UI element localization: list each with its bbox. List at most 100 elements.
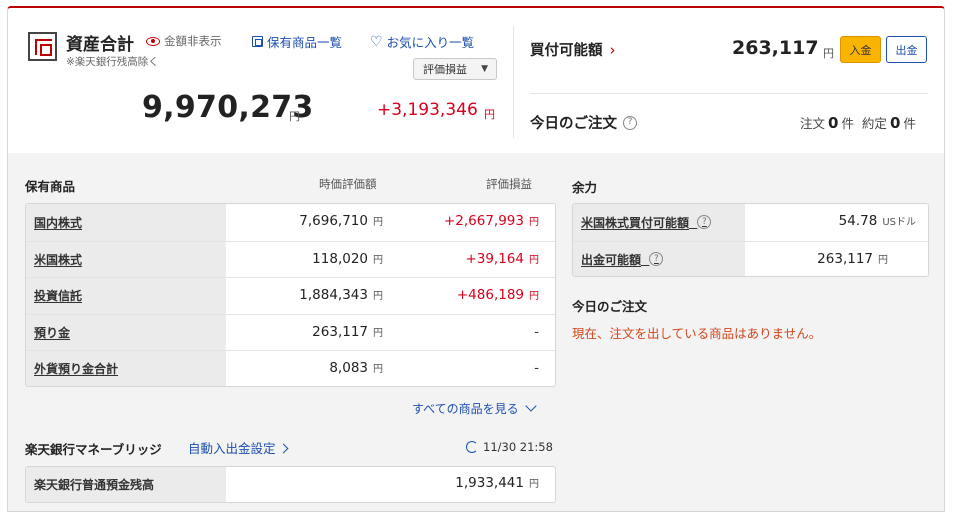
holding-pl-number: +2,667,993 bbox=[443, 213, 524, 229]
eye-icon bbox=[146, 36, 160, 46]
withdrawable-value: 263,117 円 bbox=[817, 251, 888, 267]
us-buying-power-label-cell: 米国株式買付可能額 ? bbox=[573, 204, 745, 241]
column-header-pl: 評価損益 bbox=[486, 177, 532, 191]
bank-balance-value: 1,933,441 円 bbox=[455, 475, 539, 491]
holding-value: 118,020 円 bbox=[312, 251, 383, 267]
holding-value: 8,083 円 bbox=[329, 360, 383, 376]
holding-value: 7,696,710 円 bbox=[299, 213, 383, 229]
bank-balance-label: 楽天銀行普通預金残高 bbox=[26, 467, 226, 502]
bank-balance-table: 楽天銀行普通預金残高 1,933,441 円 bbox=[25, 466, 556, 503]
table-row: 預り金 263,117 円 - bbox=[26, 313, 555, 350]
auto-transfer-settings-link[interactable]: 自動入出金設定 bbox=[188, 438, 288, 457]
asset-note: ※楽天銀行残高除く bbox=[66, 56, 159, 68]
yen-unit: 円 bbox=[373, 254, 383, 266]
margin-table: 米国株式買付可能額 ? 54.78 USドル 出金可能額 ? 263,117 円 bbox=[572, 203, 929, 277]
chevron-right-icon bbox=[278, 443, 288, 454]
asset-icon bbox=[28, 32, 57, 61]
favorites-list-link[interactable]: ♡ お気に入り一覧 bbox=[370, 32, 474, 51]
order-stats: 注文 0 件 約定 0 件 bbox=[800, 113, 916, 132]
filled-count: 0 bbox=[889, 114, 901, 132]
asset-summary-panel: 資産合計 金額非表示 ※楽天銀行残高除く 保有商品一覧 ♡ お気に入り一覧 評価… bbox=[7, 6, 945, 512]
total-asset-unit: 円 bbox=[289, 110, 300, 123]
table-row: 米国株式買付可能額 ? 54.78 USドル bbox=[573, 204, 928, 241]
eval-mode-value: 評価損益 bbox=[423, 63, 467, 76]
buying-power-link[interactable]: 買付可能額 › bbox=[530, 39, 616, 60]
holdings-table: 国内株式 7,696,710 円 +2,667,993 円 米国株式 118,020… bbox=[25, 203, 556, 387]
holding-value-number: 263,117 bbox=[312, 323, 368, 340]
holding-pl: - bbox=[534, 360, 539, 376]
chevron-right-icon: › bbox=[609, 41, 616, 59]
table-row: 投資信託 1,884,343 円 +486,189 円 bbox=[26, 277, 555, 314]
us-buying-power-label[interactable]: 米国株式買付可能額 bbox=[581, 214, 689, 231]
holdings-list-label: 保有商品一覧 bbox=[267, 35, 343, 50]
refresh-icon bbox=[466, 441, 478, 453]
deposit-button[interactable]: 入金 bbox=[840, 36, 881, 63]
hide-amount-label: 金額非表示 bbox=[164, 34, 222, 48]
hide-amount-toggle[interactable]: 金額非表示 bbox=[146, 33, 222, 49]
withdraw-button[interactable]: 出金 bbox=[886, 36, 927, 63]
order-count-unit: 件 bbox=[841, 116, 854, 131]
holdings-list-link[interactable]: 保有商品一覧 bbox=[252, 32, 342, 51]
holding-pl: - bbox=[534, 323, 539, 340]
holding-value-number: 118,020 bbox=[312, 250, 368, 267]
summary-section: 資産合計 金額非表示 ※楽天銀行残高除く 保有商品一覧 ♡ お気に入り一覧 評価… bbox=[8, 8, 944, 153]
holding-label-mutual-funds[interactable]: 投資信託 bbox=[26, 278, 226, 314]
usd-unit: USドル bbox=[882, 217, 916, 228]
withdrawable-number: 263,117 bbox=[817, 250, 873, 267]
money-bridge-title: 楽天銀行マネーブリッジ bbox=[25, 442, 162, 457]
withdrawable-label[interactable]: 出金可能額 bbox=[581, 251, 641, 268]
today-orders-title: 今日のご注文 bbox=[572, 299, 648, 314]
holding-label-foreign-deposits[interactable]: 外貨預り金合計 bbox=[26, 351, 226, 386]
auto-transfer-label: 自動入出金設定 bbox=[188, 441, 276, 456]
holding-value-number: 7,696,710 bbox=[299, 213, 368, 229]
buying-power-unit: 円 bbox=[823, 47, 834, 60]
help-icon[interactable]: ? bbox=[623, 115, 637, 130]
table-row: 出金可能額 ? 263,117 円 bbox=[573, 240, 928, 276]
see-all-holdings-link[interactable]: すべての商品を見る bbox=[412, 400, 537, 417]
help-icon[interactable]: ? bbox=[697, 215, 712, 230]
total-asset-value: 9,970,273 bbox=[142, 90, 314, 125]
refresh-button[interactable]: 11/30 21:58 bbox=[466, 440, 553, 454]
margin-title: 余力 bbox=[572, 180, 598, 195]
us-buying-power-number: 54.78 bbox=[838, 213, 878, 229]
yen-unit: 円 bbox=[878, 254, 888, 266]
divider bbox=[513, 26, 514, 138]
filled-count-unit: 件 bbox=[903, 116, 916, 131]
filled-label: 約定 bbox=[861, 116, 887, 131]
refresh-timestamp: 11/30 21:58 bbox=[483, 440, 553, 454]
order-label: 注文 bbox=[800, 116, 826, 131]
buying-power-value: 263,117 bbox=[732, 37, 819, 59]
table-row: 国内株式 7,696,710 円 +2,667,993 円 bbox=[26, 204, 555, 241]
asset-total-title: 資産合計 bbox=[66, 35, 134, 55]
no-orders-message: 現在、注文を出している商品はありません。 bbox=[572, 326, 822, 341]
holding-pl: +2,667,993 円 bbox=[444, 213, 539, 229]
chevron-down-icon bbox=[525, 400, 537, 412]
withdrawable-label-cell: 出金可能額 ? bbox=[573, 241, 745, 276]
holding-pl: +39,164 円 bbox=[465, 251, 539, 267]
eval-mode-select[interactable]: 評価損益 ▼ bbox=[413, 58, 497, 80]
table-row: 外貨預り金合計 8,083 円 - bbox=[26, 350, 555, 386]
holding-pl-number: +39,164 bbox=[465, 250, 524, 267]
table-row: 楽天銀行普通預金残高 1,933,441 円 bbox=[26, 467, 555, 502]
order-count: 0 bbox=[828, 114, 839, 132]
holding-label-deposits[interactable]: 預り金 bbox=[26, 314, 226, 350]
holding-label-us-stocks[interactable]: 米国株式 bbox=[26, 241, 226, 277]
today-orders-heading: 今日のご注文 ? bbox=[530, 112, 637, 133]
yen-unit: 円 bbox=[529, 479, 539, 490]
divider bbox=[530, 93, 928, 94]
us-buying-power-value: 54.78 USドル bbox=[839, 213, 916, 229]
holding-pl-number: +486,189 bbox=[456, 287, 524, 303]
yen-unit: 円 bbox=[373, 327, 383, 339]
yen-unit: 円 bbox=[529, 291, 539, 302]
yen-unit: 円 bbox=[529, 254, 539, 266]
holding-label-domestic-stocks[interactable]: 国内株式 bbox=[26, 204, 226, 241]
total-gain-value: +3,193,346 bbox=[377, 100, 478, 120]
holding-value-number: 1,884,343 bbox=[299, 287, 368, 303]
yen-unit: 円 bbox=[373, 364, 383, 375]
holding-pl: +486,189 円 bbox=[457, 287, 539, 303]
table-row: 米国株式 118,020 円 +39,164 円 bbox=[26, 240, 555, 277]
see-all-label: すべての商品を見る bbox=[412, 402, 519, 416]
holding-value: 1,884,343 円 bbox=[299, 287, 383, 303]
help-icon[interactable]: ? bbox=[649, 252, 664, 267]
details-section: 保有商品 時価評価額 評価損益 国内株式 7,696,710 円 +2,667,9… bbox=[8, 153, 944, 511]
